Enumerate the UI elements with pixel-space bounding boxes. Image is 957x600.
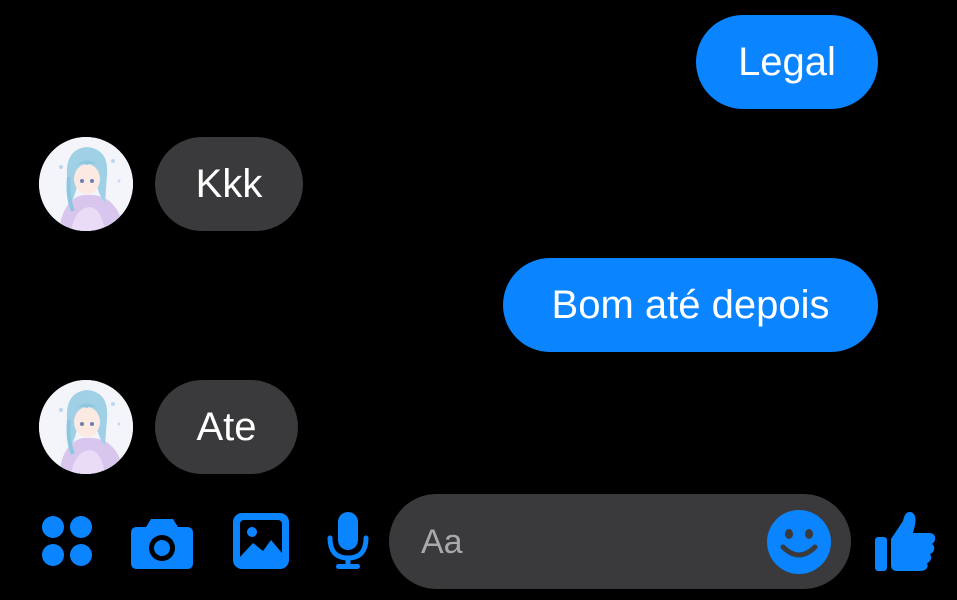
incoming-message-bubble[interactable]: Ate bbox=[155, 380, 298, 474]
chat-screen: Legal Kkk Bom até depois Ate Aa bbox=[0, 0, 957, 600]
emoji-icon[interactable] bbox=[766, 509, 832, 575]
contact-avatar[interactable] bbox=[39, 380, 133, 474]
avatar-image bbox=[39, 380, 133, 474]
avatar-image bbox=[39, 137, 133, 231]
apps-icon[interactable] bbox=[40, 514, 94, 568]
outgoing-message-bubble[interactable]: Bom até depois bbox=[503, 258, 878, 352]
outgoing-message-bubble[interactable]: Legal bbox=[696, 15, 878, 109]
microphone-icon[interactable] bbox=[327, 512, 369, 570]
message-input[interactable] bbox=[419, 516, 753, 568]
thumbs-up-icon[interactable] bbox=[873, 509, 937, 573]
incoming-message-bubble[interactable]: Kkk bbox=[155, 137, 303, 231]
camera-icon[interactable] bbox=[131, 515, 193, 569]
gallery-icon[interactable] bbox=[233, 513, 289, 569]
contact-avatar[interactable] bbox=[39, 137, 133, 231]
message-input-container[interactable] bbox=[389, 494, 851, 589]
